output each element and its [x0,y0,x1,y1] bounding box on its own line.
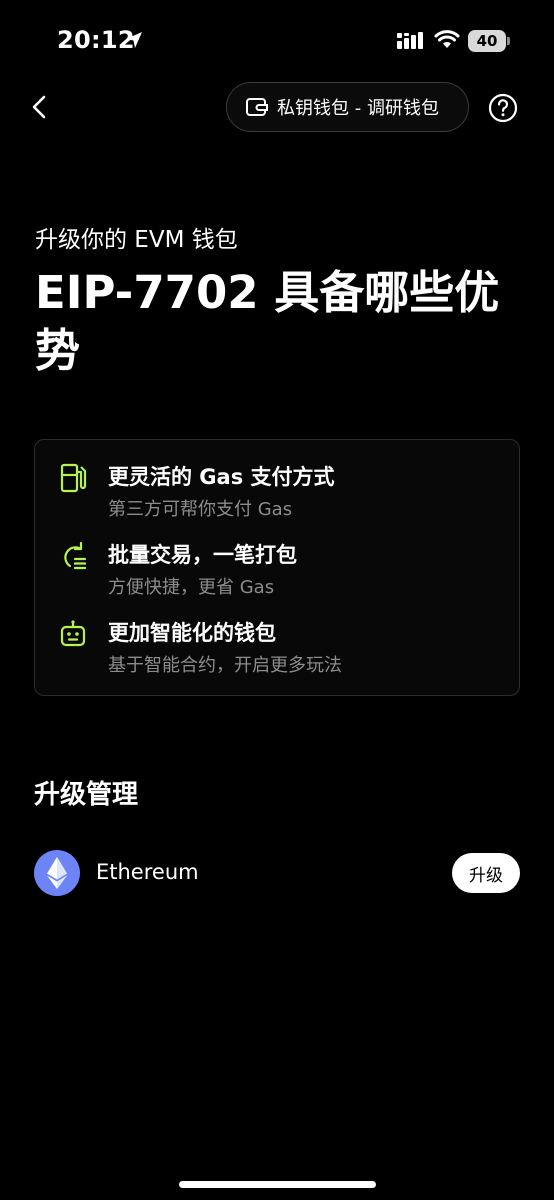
battery-level: 40 [468,30,506,52]
feature-item-smart: 更加智能化的钱包 基于智能合约，开启更多玩法 [35,596,519,676]
back-chevron-icon[interactable] [26,92,54,122]
status-bar: 20:12 40 [0,0,554,80]
robot-icon [60,620,86,647]
section-title-upgrade: 升级管理 [34,780,139,810]
page-subtitle: 升级你的 EVM 钱包 [35,227,238,253]
wallet-selector-label: 私钥钱包 - 调研钱包 [277,98,439,119]
wallet-icon [246,98,268,116]
feature-title: 更加智能化的钱包 [108,621,276,645]
upgrade-button[interactable]: 升级 [452,853,520,893]
chain-name: Ethereum [96,860,199,884]
cellular-signal-icon [397,32,423,49]
battery-indicator: 40 [468,30,510,52]
page-title: EIP-7702 具备哪些优势 [35,266,500,377]
screen: 20:12 40 私钥钱包 - 调研钱包 升级你的 EVM 钱包 EIP-770… [0,0,554,1200]
help-question-icon[interactable] [488,93,518,123]
feature-item-batch: 批量交易，一笔打包 方便快捷，更省 Gas [35,518,519,598]
ethereum-icon [34,850,80,896]
gas-pump-icon [60,463,87,493]
wifi-icon [434,30,460,48]
home-indicator[interactable] [179,1181,376,1188]
feature-item-gas: 更灵活的 Gas 支付方式 第三方可帮你支付 Gas [35,440,519,520]
features-card: 更灵活的 Gas 支付方式 第三方可帮你支付 Gas 批量交易，一笔打包 方便快… [34,439,520,696]
batch-refresh-icon [64,541,87,570]
feature-description: 基于智能合约，开启更多玩法 [108,655,342,676]
location-arrow-icon [126,32,142,48]
wallet-selector-button[interactable]: 私钥钱包 - 调研钱包 [226,82,469,132]
chain-row-ethereum: Ethereum 升级 [0,846,554,900]
battery-tip [507,37,510,45]
feature-title: 批量交易，一笔打包 [108,543,297,567]
feature-title: 更灵活的 Gas 支付方式 [108,465,335,489]
